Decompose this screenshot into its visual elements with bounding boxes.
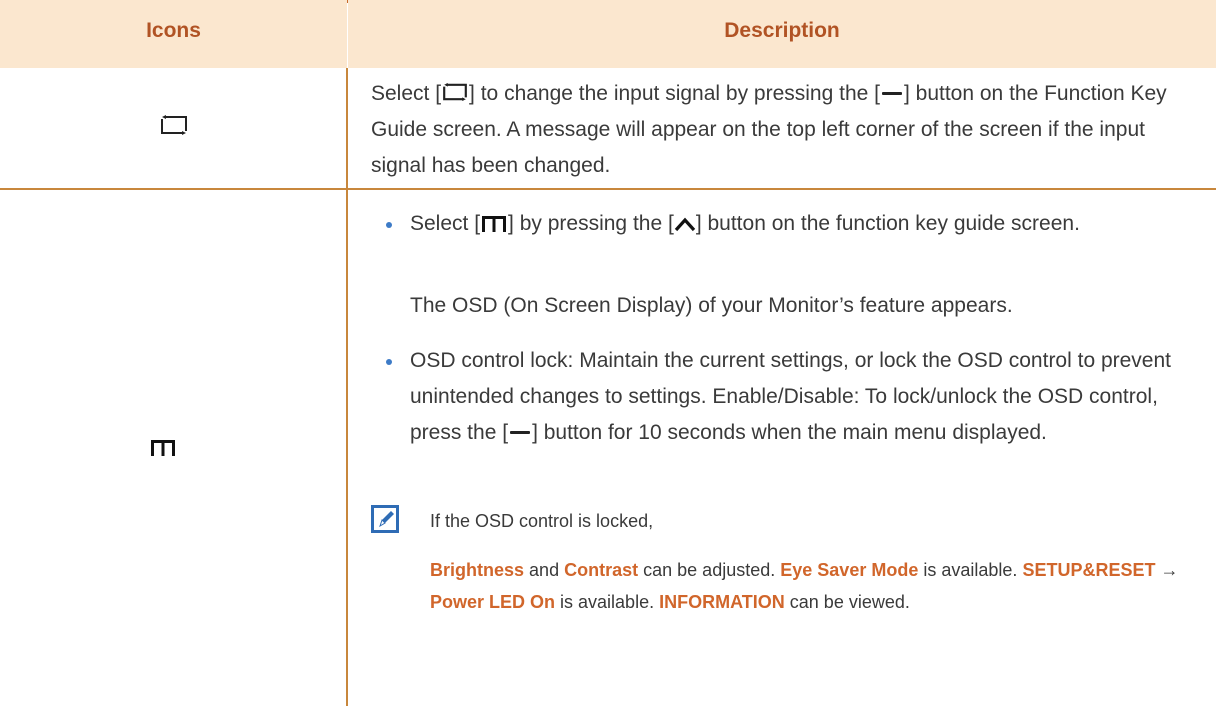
manual-table: Icons Description Select [ ] to change th… — [0, 0, 1216, 706]
note-text: can be viewed. — [789, 592, 910, 612]
minus-key-icon — [881, 91, 902, 95]
row1-text-a: Select [ — [371, 82, 442, 105]
header-cell-description: Description — [348, 0, 1216, 68]
header-cell-icons: Icons — [0, 0, 347, 68]
contrast-term: Contrast — [564, 560, 639, 580]
information-term: INFORMATION — [659, 592, 785, 612]
menu-icon — [151, 440, 175, 456]
brightness-term: Brightness — [430, 560, 525, 580]
header-icons-label: Icons — [146, 19, 201, 42]
input-source-icon — [443, 83, 467, 102]
note-text: is available. — [560, 592, 655, 612]
note-intro: If the OSD control is locked, — [430, 511, 654, 531]
row2-b2-text-b: ] button for 10 seconds when the main me… — [532, 421, 1047, 444]
row2-b1-text-a: Select [ — [410, 212, 481, 235]
header-description-label: Description — [724, 19, 840, 42]
row2-b1-text-c: ] button on the function key guide scree… — [695, 212, 1080, 235]
chevron-up-icon — [674, 218, 696, 232]
input-source-icon — [161, 115, 187, 135]
note-text: is available. — [923, 560, 1018, 580]
menu-icon — [482, 216, 507, 233]
row2-bullet1: Select [ ] by pressing the [ ] button on t… — [410, 206, 1200, 242]
row-divider — [0, 188, 1216, 190]
row1-description: Select [ ] to change the input signal by … — [371, 76, 1201, 184]
note-pencil-icon — [371, 505, 399, 533]
setup-reset-term: SETUP&RESET — [1022, 560, 1156, 580]
eye-saver-term: Eye Saver Mode — [780, 560, 919, 580]
note-text: and — [529, 560, 560, 580]
bullet-dot — [386, 359, 392, 365]
row2-bullet2: OSD control lock: Maintain the current s… — [410, 343, 1200, 451]
note-text: can be adjusted. — [643, 560, 776, 580]
bullet-dot — [386, 222, 392, 228]
row1-text-b: ] to change the input signal by pressing… — [469, 82, 880, 105]
row2-b1-text-b: ] by pressing the [ — [508, 212, 674, 235]
minus-key-icon — [510, 430, 531, 434]
row2-paragraph: The OSD (On Screen Display) of your Moni… — [410, 294, 1013, 317]
column-divider — [346, 68, 348, 706]
note-body: Brightness and Contrast can be adjusted.… — [430, 554, 1190, 618]
power-led-term: Power LED On — [430, 592, 556, 612]
arrow-right-icon: → — [1160, 560, 1179, 580]
